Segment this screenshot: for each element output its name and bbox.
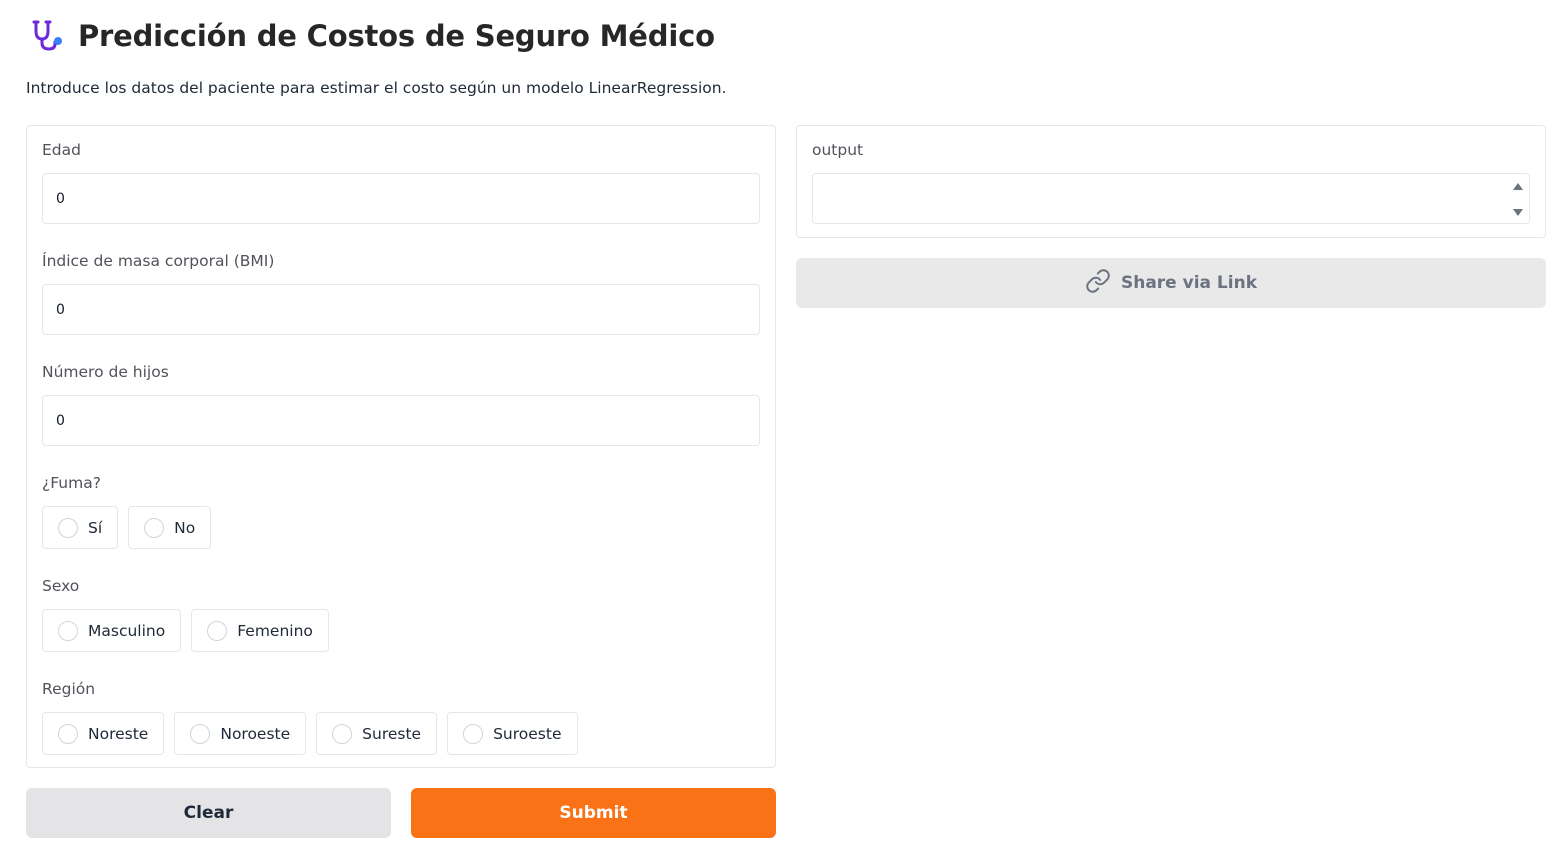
smoker-option-no[interactable]: No	[128, 506, 212, 549]
stethoscope-icon	[30, 18, 66, 54]
sex-radio-group: Masculino Femenino	[42, 609, 329, 652]
radio-circle-icon[interactable]	[58, 723, 78, 744]
region-label: Región	[42, 680, 96, 698]
sex-option-female[interactable]: Femenino	[191, 609, 329, 652]
children-input[interactable]	[42, 395, 760, 446]
inputs-panel: Edad Índice de masa corporal (BMI) Númer…	[26, 125, 776, 768]
radio-label: Noreste	[88, 724, 149, 743]
smoker-option-yes[interactable]: Sí	[42, 506, 119, 549]
region-option-noreste[interactable]: Noreste	[42, 712, 165, 755]
output-field[interactable]	[812, 173, 1530, 224]
age-label: Edad	[42, 141, 81, 159]
smoker-label: ¿Fuma?	[42, 474, 101, 492]
region-option-noroeste[interactable]: Noroeste	[174, 712, 307, 755]
page-title: Predicción de Costos de Seguro Médico	[78, 19, 715, 53]
link-icon	[1085, 268, 1111, 299]
radio-circle-icon[interactable]	[463, 723, 484, 744]
sex-label: Sexo	[42, 577, 80, 595]
age-input[interactable]	[42, 173, 760, 224]
output-label: output	[812, 141, 864, 159]
output-panel: output	[796, 125, 1546, 238]
children-label: Número de hijos	[42, 363, 169, 381]
page-description: Introduce los datos del paciente para es…	[26, 79, 727, 97]
radio-label: Sí	[88, 518, 103, 537]
spin-down-icon[interactable]	[1511, 207, 1525, 219]
radio-label: Noroeste	[220, 724, 291, 743]
radio-circle-icon[interactable]	[207, 620, 228, 641]
bmi-label: Índice de masa corporal (BMI)	[42, 252, 275, 270]
radio-label: Femenino	[237, 621, 313, 640]
radio-circle-icon[interactable]	[58, 517, 78, 538]
sex-option-male[interactable]: Masculino	[42, 609, 182, 652]
region-radio-group: Noreste Noroeste Sureste Suroeste	[42, 712, 578, 755]
radio-label: Sureste	[362, 724, 422, 743]
region-option-suroeste[interactable]: Suroeste	[447, 712, 578, 755]
clear-button[interactable]: Clear	[26, 788, 391, 838]
radio-circle-icon[interactable]	[144, 517, 165, 538]
smoker-radio-group: Sí No	[42, 506, 212, 549]
radio-circle-icon[interactable]	[190, 723, 211, 744]
radio-circle-icon[interactable]	[58, 620, 78, 641]
region-option-sureste[interactable]: Sureste	[316, 712, 438, 755]
bmi-input[interactable]	[42, 284, 760, 335]
radio-label: No	[174, 518, 196, 537]
submit-button[interactable]: Submit	[411, 788, 776, 838]
spin-up-icon[interactable]	[1511, 180, 1525, 192]
radio-label: Suroeste	[493, 724, 562, 743]
radio-label: Masculino	[88, 621, 166, 640]
share-via-link-button[interactable]: Share via Link	[796, 258, 1546, 308]
share-button-label: Share via Link	[1120, 273, 1258, 293]
header: Predicción de Costos de Seguro Médico	[30, 14, 715, 58]
radio-circle-icon[interactable]	[332, 723, 353, 744]
